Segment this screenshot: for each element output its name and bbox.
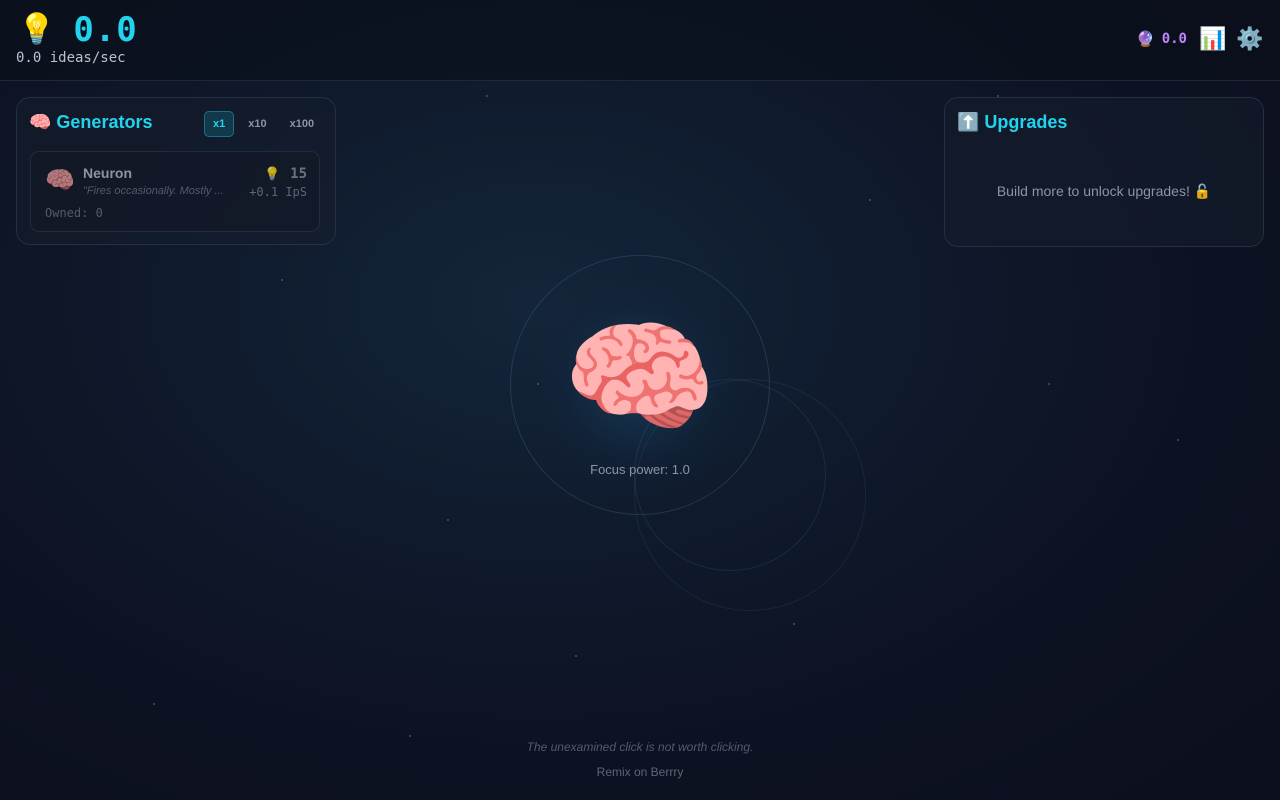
brain-icon: 🧠 (29, 112, 52, 132)
generator-name: Neuron (83, 165, 132, 181)
generator-ips: +0.1 IpS (249, 185, 307, 199)
bar-chart-icon: 📊 (1199, 26, 1227, 51)
top-bar: 💡 0.0 0.0 ideas/sec 🔮 0.0 📊 ⚙️ (0, 0, 1280, 81)
gear-icon: ⚙️ (1236, 26, 1264, 51)
upgrades-panel: ⬆️ Upgrades Build more to unlock upgrade… (944, 97, 1264, 247)
particle (281, 279, 283, 281)
particle (997, 95, 999, 97)
generators-panel: 🧠 Generators x1 x10 x100 🧠 Neuron 💡 15 "… (16, 97, 336, 245)
generator-description: "Fires occasionally. Mostly ... (83, 185, 224, 197)
particle (793, 623, 795, 625)
particle (1048, 383, 1050, 385)
essence-count: 0.0 (1161, 31, 1187, 47)
particle (869, 199, 871, 201)
up-arrow-icon: ⬆️ (957, 112, 980, 132)
stats-button[interactable]: 📊 (1199, 26, 1227, 52)
essence-display: 🔮 0.0 (1136, 30, 1187, 48)
multiplier-x100-button[interactable]: x100 (281, 111, 323, 137)
footer-quote: The unexamined click is not worth clicki… (526, 740, 754, 754)
particle (1177, 439, 1179, 441)
generator-owned: Owned: 0 (45, 206, 103, 220)
multiplier-x1-button[interactable]: x1 (204, 111, 235, 137)
remix-link[interactable]: Remix on Berrry (0, 765, 1280, 779)
generator-cost-value: 15 (290, 166, 307, 182)
score-display: 💡 0.0 (18, 10, 138, 50)
particle (409, 735, 411, 737)
lightbulb-icon: 💡 (18, 13, 56, 46)
particle (447, 519, 449, 521)
settings-button[interactable]: ⚙️ (1236, 26, 1264, 52)
particle (575, 655, 577, 657)
ideas-per-second: 0.0 ideas/sec (16, 50, 126, 66)
generators-heading: 🧠 Generators (29, 112, 152, 133)
particle (153, 703, 155, 705)
ideas-count: 0.0 (73, 10, 138, 50)
lightbulb-icon: 💡 (263, 166, 281, 181)
upgrades-heading: ⬆️ Upgrades (957, 112, 1067, 133)
header-actions: 🔮 0.0 📊 ⚙️ (1136, 26, 1264, 52)
upgrades-empty-message: Build more to unlock upgrades! 🔓 (996, 183, 1212, 199)
focus-power-text: Focus power: 1.0 (590, 462, 690, 477)
crystal-ball-icon: 🔮 (1136, 31, 1155, 48)
generator-card-neuron[interactable]: 🧠 Neuron 💡 15 "Fires occasionally. Mostl… (30, 151, 320, 232)
brain-icon: 🧠 (45, 167, 75, 194)
buy-multiplier-group: x1 x10 x100 (204, 111, 328, 137)
multiplier-x10-button[interactable]: x10 (239, 111, 275, 137)
generator-cost: 💡 15 (264, 166, 307, 182)
upgrades-title: Upgrades (984, 112, 1068, 132)
brain-icon: 🧠 (562, 309, 718, 447)
brain-click-button[interactable]: 🧠 (560, 308, 720, 448)
generators-title: Generators (56, 112, 153, 132)
particle (486, 95, 488, 97)
